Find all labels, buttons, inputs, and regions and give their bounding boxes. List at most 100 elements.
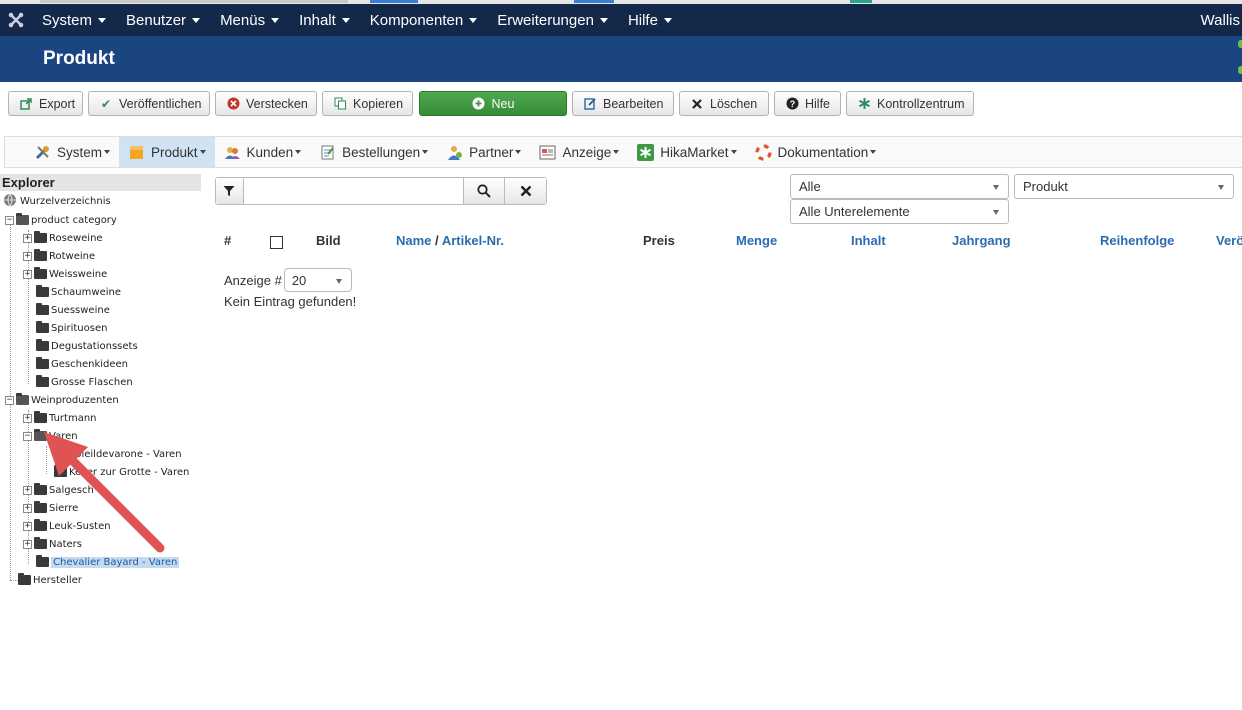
- help-button[interactable]: ? Hilfe: [774, 91, 841, 116]
- tree-node[interactable]: + Salgesch: [23, 481, 94, 499]
- status-select[interactable]: Alle: [790, 174, 1009, 199]
- tree-node[interactable]: + Leuk-Susten: [23, 517, 111, 535]
- topnav-erweiterungen[interactable]: Erweiterungen: [487, 4, 618, 36]
- filter-icon: [223, 186, 235, 196]
- joomla-logo-icon[interactable]: [0, 4, 32, 36]
- sort-published-link[interactable]: Veröffentlicht: [1216, 233, 1242, 248]
- clear-search-button[interactable]: [504, 178, 546, 204]
- edit-button[interactable]: Bearbeiten: [572, 91, 674, 116]
- display-icon: [539, 144, 556, 161]
- expand-toggle-icon[interactable]: +: [23, 521, 32, 531]
- select-all-checkbox[interactable]: [270, 236, 283, 249]
- topnav-hilfe[interactable]: Hilfe: [618, 4, 682, 36]
- globe-icon: [3, 193, 17, 210]
- expand-toggle-icon[interactable]: +: [23, 485, 32, 495]
- admin-top-menu: System Benutzer Menüs Inhalt Komponenten…: [0, 4, 1242, 36]
- tree-node-weinproduzenten[interactable]: − Weinproduzenten: [5, 391, 119, 409]
- expand-toggle-icon[interactable]: +: [23, 413, 32, 423]
- copy-icon: [333, 97, 347, 111]
- lifebuoy-icon: [754, 143, 772, 161]
- tree-node-hersteller[interactable]: Hersteller: [18, 571, 82, 589]
- tree-node[interactable]: Schaumweine: [36, 283, 121, 301]
- hikamenu-hikamarket[interactable]: HikaMarket: [628, 137, 745, 167]
- topnav-menues[interactable]: Menüs: [210, 4, 289, 36]
- tree-root[interactable]: Wurzelverzeichnis: [3, 192, 111, 210]
- sort-reihenfolge-link[interactable]: Reihenfolge: [1100, 233, 1174, 248]
- type-select[interactable]: Produkt: [1014, 174, 1234, 199]
- user-menu[interactable]: Wallis: [1201, 4, 1242, 36]
- search-input[interactable]: [243, 178, 463, 204]
- hikamenu-kunden[interactable]: Kunden: [215, 137, 311, 167]
- sort-menge-link[interactable]: Menge: [736, 233, 777, 248]
- tree-node-selected[interactable]: Chevalier Bayard - Varen: [36, 553, 180, 571]
- export-button[interactable]: Export: [8, 91, 83, 116]
- folder-icon: [34, 249, 47, 261]
- copy-button[interactable]: Kopieren: [322, 91, 413, 116]
- tree-node-product-category[interactable]: − product category: [5, 211, 117, 229]
- hikamenu-produkt[interactable]: Produkt: [119, 137, 215, 167]
- tree-node[interactable]: + Weissweine: [23, 265, 107, 283]
- folder-icon: [34, 537, 47, 549]
- chevron-down-icon: [993, 210, 999, 215]
- tree-node[interactable]: + Roseweine: [23, 229, 103, 247]
- sort-name-link[interactable]: Name: [396, 233, 431, 248]
- chevron-down-icon: [295, 150, 302, 154]
- expand-toggle-icon[interactable]: +: [23, 503, 32, 513]
- folder-icon: [36, 357, 49, 369]
- folder-open-icon: [16, 213, 29, 225]
- tree-node[interactable]: Degustationssets: [36, 337, 138, 355]
- collapse-toggle-icon[interactable]: −: [5, 395, 14, 405]
- tree-node[interactable]: Suessweine: [36, 301, 110, 319]
- plus-circle-icon: [472, 97, 486, 111]
- hide-button[interactable]: Verstecken: [215, 91, 317, 116]
- chevron-down-icon: [599, 17, 608, 23]
- expand-toggle-icon[interactable]: +: [23, 539, 32, 549]
- new-button[interactable]: Neu: [419, 91, 567, 116]
- search-button[interactable]: [462, 178, 505, 204]
- tree-node[interactable]: + Turtmann: [23, 409, 97, 427]
- topnav-system[interactable]: System: [32, 4, 116, 36]
- subelements-select[interactable]: Alle Unterelemente: [790, 199, 1009, 224]
- limit-select[interactable]: 20: [283, 268, 352, 292]
- hikashop-menu: System Produkt Kunden Bestellungen Partn…: [4, 136, 1242, 168]
- folder-open-icon: [34, 429, 47, 441]
- tree-node[interactable]: + Sierre: [23, 499, 78, 517]
- orders-icon: [319, 144, 336, 161]
- tree-node[interactable]: + Rotweine: [23, 247, 95, 265]
- control-panel-button[interactable]: Kontrollzentrum: [846, 91, 974, 116]
- folder-icon: [36, 555, 49, 567]
- chevron-down-icon: [422, 150, 429, 154]
- tree-node[interactable]: Soleildevarone - Varen: [54, 445, 182, 463]
- publish-button[interactable]: ✔ Veröffentlichen: [88, 91, 210, 116]
- page-title-bar: Produkt: [0, 36, 1242, 82]
- hikamenu-bestellungen[interactable]: Bestellungen: [310, 137, 437, 167]
- topnav-inhalt[interactable]: Inhalt: [289, 4, 360, 36]
- tree-node[interactable]: + Naters: [23, 535, 82, 553]
- topnav-komponenten[interactable]: Komponenten: [360, 4, 487, 36]
- hikamenu-system[interactable]: System: [25, 137, 119, 167]
- question-icon: ?: [785, 97, 799, 111]
- tree-node[interactable]: − Varen: [23, 427, 78, 445]
- delete-button[interactable]: Löschen: [679, 91, 769, 116]
- folder-icon: [36, 375, 49, 387]
- collapse-toggle-icon[interactable]: −: [23, 431, 32, 441]
- expand-toggle-icon[interactable]: +: [23, 233, 32, 243]
- sort-artikel-link[interactable]: Artikel-Nr.: [442, 233, 504, 248]
- tree-node[interactable]: Keller zur Grotte - Varen: [54, 463, 189, 481]
- tree-node[interactable]: Grosse Flaschen: [36, 373, 133, 391]
- hikamenu-anzeige[interactable]: Anzeige: [530, 137, 628, 167]
- topnav-benutzer[interactable]: Benutzer: [116, 4, 210, 36]
- tree-node[interactable]: Spirituosen: [36, 319, 107, 337]
- sort-jahrgang-link[interactable]: Jahrgang: [952, 233, 1011, 248]
- tree-node[interactable]: Geschenkideen: [36, 355, 128, 373]
- folder-icon: [34, 483, 47, 495]
- sort-inhalt-link[interactable]: Inhalt: [851, 233, 886, 248]
- hikamenu-dokumentation[interactable]: Dokumentation: [746, 137, 886, 167]
- filter-button[interactable]: [216, 178, 244, 204]
- hikashop-icon: [857, 97, 871, 111]
- hikamenu-partner[interactable]: Partner: [437, 137, 530, 167]
- expand-toggle-icon[interactable]: +: [23, 269, 32, 279]
- folder-icon: [34, 267, 47, 279]
- expand-toggle-icon[interactable]: +: [23, 251, 32, 261]
- collapse-toggle-icon[interactable]: −: [5, 215, 14, 225]
